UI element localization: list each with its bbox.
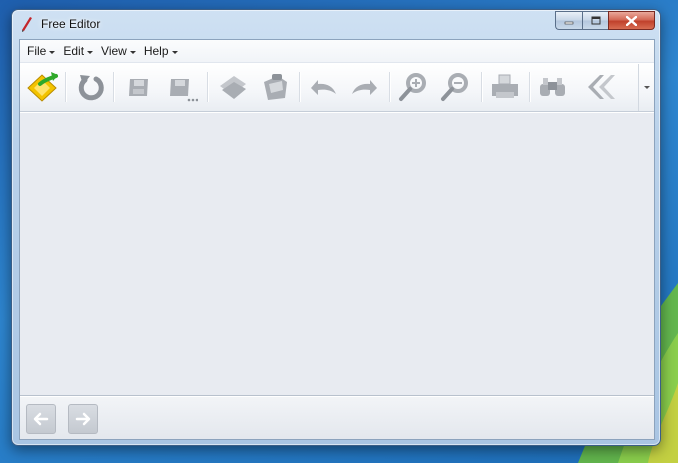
save-icon xyxy=(129,79,148,96)
menu-file-label: File xyxy=(27,44,47,58)
menu-bar: File Edit View Help xyxy=(20,40,654,63)
find-icon xyxy=(540,78,565,96)
toolbar-separator xyxy=(389,72,390,102)
zoom-in-icon xyxy=(399,73,426,101)
undo-icon xyxy=(311,80,336,95)
undo-button[interactable] xyxy=(305,69,341,105)
toolbar-separator xyxy=(529,72,530,102)
toolbar-separator xyxy=(299,72,300,102)
find-button[interactable] xyxy=(535,69,571,105)
save-as-icon xyxy=(170,79,198,102)
menu-view[interactable]: View xyxy=(97,41,140,61)
menu-help[interactable]: Help xyxy=(140,41,182,61)
menu-view-label: View xyxy=(101,44,127,58)
navigation-bar xyxy=(20,397,654,439)
minimize-icon xyxy=(564,21,574,24)
toolbar-separator xyxy=(207,72,208,102)
paste-icon xyxy=(264,74,287,100)
reload-icon xyxy=(78,75,104,101)
copy-icon xyxy=(220,76,246,99)
chevron-down-icon xyxy=(87,50,94,54)
client-area: File Edit View Help xyxy=(19,39,655,440)
back-button[interactable] xyxy=(26,404,56,434)
app-window: Free Editor File Edit View Help xyxy=(11,9,661,446)
chevron-down-icon xyxy=(171,50,178,54)
zoom-out-icon xyxy=(441,73,468,101)
new-button[interactable] xyxy=(24,69,60,105)
zoom-in-button[interactable] xyxy=(395,69,431,105)
arrow-left-icon xyxy=(33,412,49,426)
minimize-button[interactable] xyxy=(555,11,582,30)
pen-icon xyxy=(22,17,32,32)
menu-file[interactable]: File xyxy=(23,41,59,61)
maximize-icon xyxy=(591,16,600,25)
print-icon xyxy=(492,74,518,98)
copy-button[interactable] xyxy=(215,69,251,105)
caption-buttons xyxy=(555,11,655,30)
forward-button[interactable] xyxy=(68,404,98,434)
title-bar[interactable]: Free Editor xyxy=(12,10,660,38)
maximize-button[interactable] xyxy=(582,11,608,30)
close-button[interactable] xyxy=(608,11,655,30)
toolbar-separator xyxy=(65,72,66,102)
go-back-icon xyxy=(588,75,615,99)
toolbar-separator xyxy=(113,72,114,102)
chevron-down-icon xyxy=(129,50,136,54)
chevron-down-icon xyxy=(49,50,56,54)
print-button[interactable] xyxy=(487,69,523,105)
chevron-down-icon xyxy=(643,86,650,89)
new-document-icon xyxy=(27,72,58,102)
menu-edit[interactable]: Edit xyxy=(59,41,97,61)
editor-area[interactable] xyxy=(20,113,654,396)
save-as-button[interactable] xyxy=(163,69,199,105)
toolbar xyxy=(20,64,654,112)
paste-button[interactable] xyxy=(257,69,293,105)
zoom-out-button[interactable] xyxy=(437,69,473,105)
reload-button[interactable] xyxy=(73,69,109,105)
go-back-button[interactable] xyxy=(583,69,619,105)
toolbar-overflow-button[interactable] xyxy=(638,64,654,111)
save-button[interactable] xyxy=(121,69,157,105)
window-title: Free Editor xyxy=(41,17,101,31)
toolbar-separator xyxy=(481,72,482,102)
arrow-right-icon xyxy=(75,412,91,426)
menu-help-label: Help xyxy=(143,44,169,58)
redo-icon xyxy=(352,80,377,95)
close-icon xyxy=(626,15,637,26)
menu-edit-label: Edit xyxy=(63,44,85,58)
redo-button[interactable] xyxy=(347,69,383,105)
